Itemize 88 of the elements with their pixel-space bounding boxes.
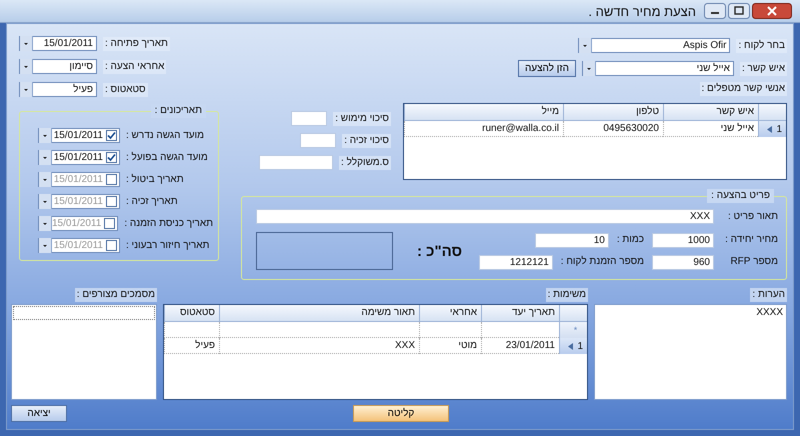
caret-icon[interactable] [39, 194, 52, 209]
date-picker[interactable]: 15/01/2011 [38, 128, 120, 143]
group-title: תאריכונים : [150, 104, 206, 118]
field-label: ס.משוקלל : [339, 156, 391, 170]
column-header[interactable]: טלפון [563, 104, 663, 120]
close-button[interactable] [752, 3, 792, 19]
row-header[interactable]: 1 [758, 121, 786, 137]
field-label: סיכוי מימוש : [333, 112, 391, 126]
caret-icon[interactable] [39, 128, 52, 143]
column-header[interactable]: תאריך יעד [481, 305, 559, 321]
window-title: הצעת מחיר חדשה . [588, 4, 696, 18]
checkbox[interactable] [104, 218, 116, 229]
field-label: בחר לקוח : [736, 38, 787, 52]
caret-icon[interactable] [579, 38, 592, 53]
column-header[interactable]: סטאטוס [164, 305, 219, 321]
list-title: הערות : [750, 288, 787, 302]
add-to-quote-button[interactable]: הזן להצעה [518, 60, 576, 77]
field-label: איש קשר : [740, 62, 787, 76]
field-label: תאור פריט : [726, 210, 779, 224]
column-header[interactable]: תאור משימה [219, 305, 419, 321]
group-title: פריט בהצעה : [707, 189, 774, 203]
row-pointer-icon [767, 126, 772, 132]
field-label: סטאטוס : [103, 82, 148, 96]
caret-icon[interactable] [20, 82, 33, 97]
input-field[interactable]: 1212121 [478, 254, 553, 270]
field-label: תאריך כניסת הזמנה : [124, 218, 214, 229]
checkbox[interactable] [106, 174, 117, 185]
row-pointer-icon [568, 342, 573, 350]
checkbox[interactable] [106, 240, 117, 251]
input-field[interactable]: 10 [534, 232, 609, 248]
input-field[interactable]: 960 [652, 254, 714, 270]
column-header[interactable]: איש קשר [663, 104, 758, 120]
customer-dropdown[interactable]: Aspis Ofir [578, 38, 730, 53]
total-label: סה"כ : [417, 242, 462, 260]
checkbox[interactable] [106, 130, 117, 141]
row-header[interactable]: 1 [559, 338, 587, 354]
field-label: תאריך חיזור רבעוני : [126, 240, 210, 251]
save-button[interactable]: קליטה [353, 404, 449, 422]
list-title: מסמכים מצורפים : [74, 288, 157, 302]
table-cell: runer@walla.co.il [404, 121, 563, 137]
grid-title: משימות : [546, 288, 588, 302]
field-label: סיכוי זכיה : [342, 134, 391, 148]
caret-icon[interactable] [582, 61, 596, 76]
field-label: מספר RFP [729, 255, 779, 269]
maximize-button[interactable] [728, 3, 750, 19]
dropdown-field[interactable]: פעיל [19, 82, 97, 97]
caret-icon[interactable] [20, 59, 33, 74]
field-label: אחראי הצעה : [103, 60, 166, 74]
checkbox[interactable] [106, 196, 117, 207]
row-number: 1 [776, 124, 782, 134]
notes-field[interactable]: XXXX [594, 304, 787, 400]
field-label: מועד הגשה נדרש : [126, 130, 204, 141]
input-field[interactable]: 1000 [652, 232, 714, 248]
field-label: מספר הזמנת לקוח : [560, 255, 645, 269]
grid-title: אנשי קשר מטפלים : [700, 82, 787, 96]
row-number: 1 [577, 340, 583, 352]
caret-icon[interactable] [39, 216, 52, 231]
field-label: מחיר יחידה : [724, 233, 779, 247]
input-field[interactable] [291, 111, 328, 126]
date-picker[interactable]: 15/01/2011 [38, 150, 120, 165]
checkbox[interactable] [106, 152, 117, 163]
caret-icon[interactable] [39, 172, 52, 187]
new-row-marker: * [574, 325, 578, 335]
minimize-button[interactable] [704, 3, 726, 19]
caret-icon[interactable] [20, 36, 33, 51]
field-label: תאריך ביטול : [126, 174, 184, 185]
exit-button[interactable]: יציאה [11, 404, 67, 422]
caret-icon[interactable] [39, 150, 52, 165]
dropdown-field[interactable]: סיימון [19, 59, 97, 74]
table-cell: 0495630020 [563, 121, 663, 137]
field-label: תאריך פתיחה : [103, 36, 170, 50]
field-label: מועד הגשה בפועל : [126, 152, 208, 163]
input-field[interactable] [300, 133, 336, 148]
attachments-list[interactable] [11, 304, 157, 400]
field-label: תאריך זכיה : [126, 196, 178, 207]
table-cell: מוטי [419, 338, 481, 354]
column-header[interactable]: מייל [404, 104, 563, 120]
column-header[interactable]: אחראי [419, 305, 481, 321]
field-label: כמות : [616, 233, 645, 247]
table-cell: פעיל [164, 338, 219, 354]
caret-icon[interactable] [39, 238, 52, 253]
contact-dropdown[interactable]: אייל שני [582, 61, 734, 76]
table-cell [164, 322, 219, 338]
table-cell: XXX [219, 338, 419, 354]
dropdown-field[interactable]: 15/01/2011 [19, 36, 97, 51]
table-cell [419, 322, 481, 338]
input-field[interactable]: XXX [256, 209, 714, 224]
input-field[interactable] [259, 155, 334, 170]
